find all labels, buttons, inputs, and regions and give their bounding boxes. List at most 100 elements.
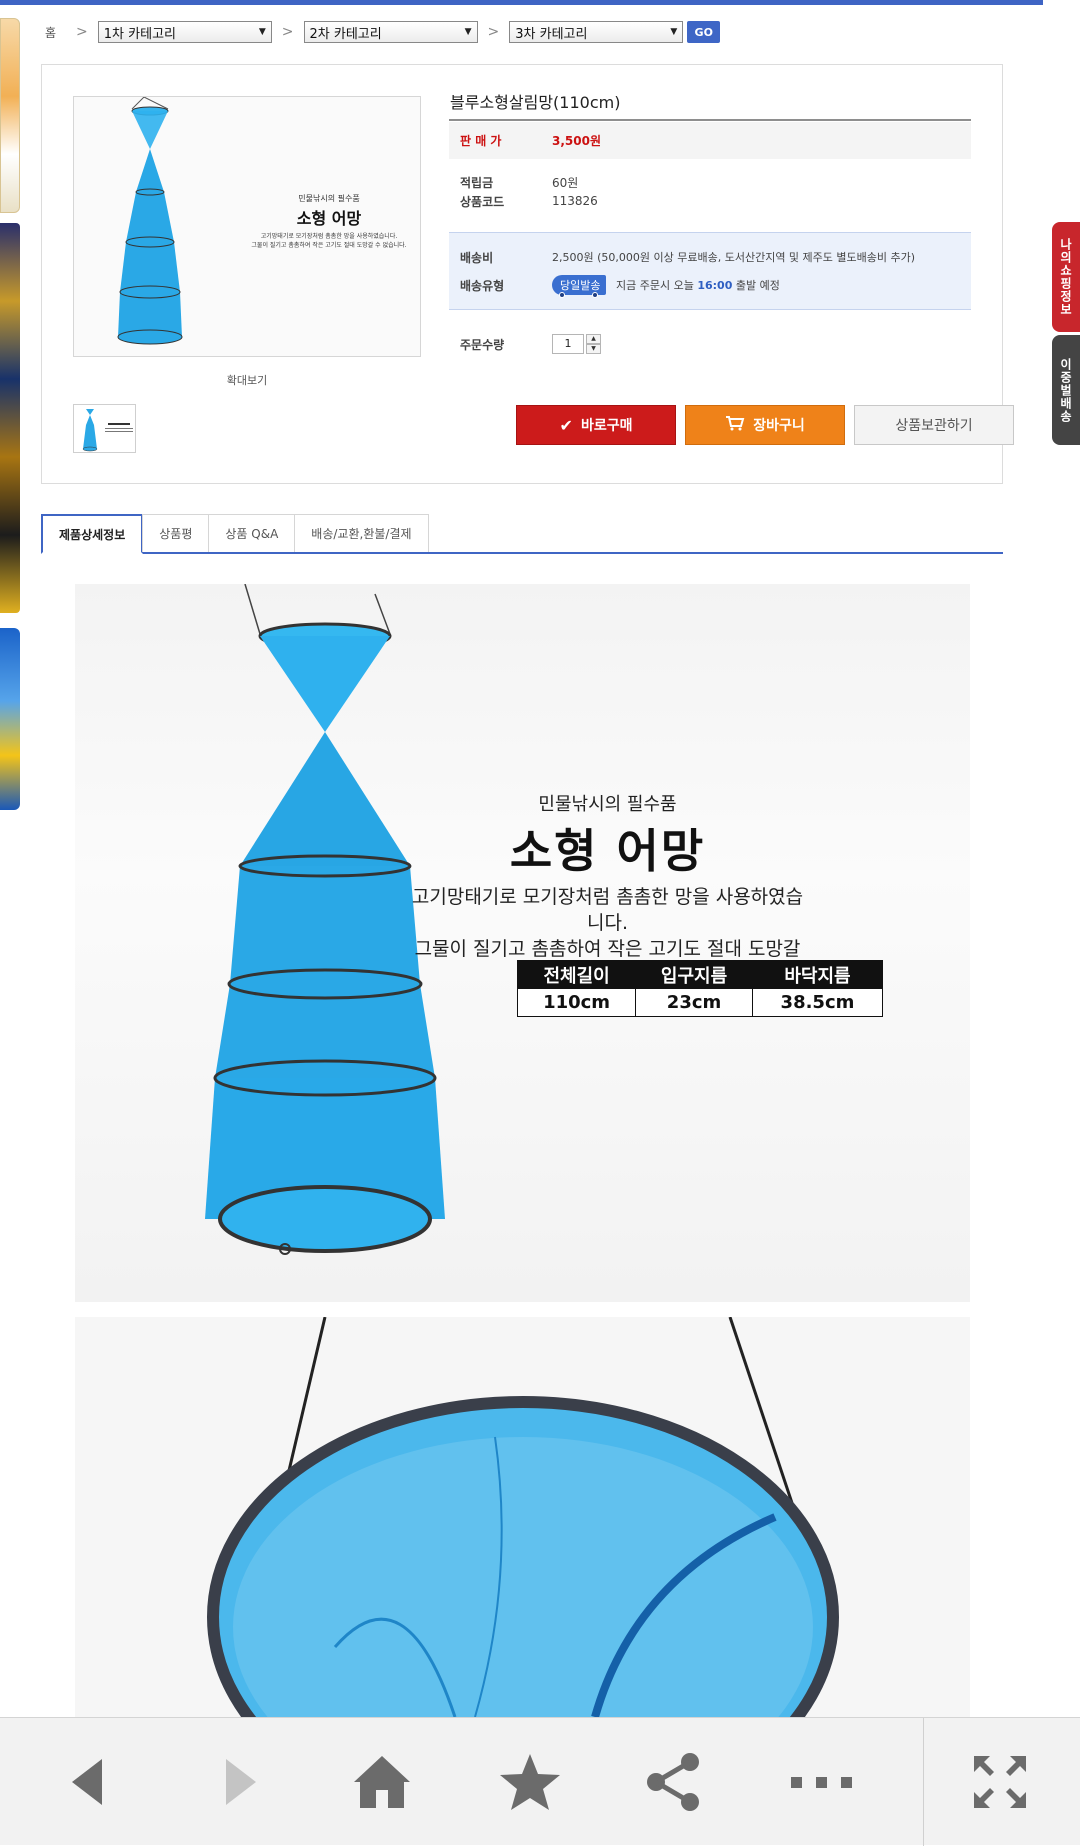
category-2-value: 2차 카테고리: [309, 26, 382, 42]
shipping-fee-label: 배송비: [460, 250, 494, 265]
spec-table: 전체길이 입구지름 바닥지름 110cm 23cm 38.5cm: [516, 960, 884, 1017]
left-ad-strip[interactable]: [0, 18, 20, 810]
shipping-type-row: 배송유형 당일발송 지금 주문시 오늘 16:00 출발 예정: [449, 271, 971, 299]
home-icon: [354, 1756, 410, 1808]
category-3-value: 3차 카테고리: [515, 26, 588, 42]
price-row: 판 매 가 3,500원: [449, 122, 971, 159]
buy-now-label: 바로구매: [580, 418, 633, 434]
add-to-cart-button[interactable]: 장바구니: [685, 405, 845, 445]
bottom-bar-divider: [923, 1718, 924, 1846]
quantity-stepper[interactable]: 1 ▲ ▼: [552, 334, 601, 354]
product-thumbnail[interactable]: [73, 404, 136, 453]
shipping-fee-row: 배송비 2,500원 (50,000원 이상 무료배송, 도서산간지역 및 제주…: [449, 243, 971, 271]
quantity-label: 주문수량: [460, 337, 505, 352]
breadcrumb-separator: >: [487, 24, 500, 40]
ad-banner-2[interactable]: [0, 223, 20, 613]
category-2-select[interactable]: 2차 카테고리 ▼: [303, 21, 478, 43]
tab-qna[interactable]: 상품 Q&A: [208, 514, 296, 552]
shipping-section: 배송비 2,500원 (50,000원 이상 무료배송, 도서산간지역 및 제주…: [449, 232, 971, 310]
shipping-type-value: 당일발송 지금 주문시 오늘 16:00 출발 예정: [552, 275, 780, 298]
home-button[interactable]: [342, 1750, 422, 1814]
share-button[interactable]: [634, 1750, 714, 1814]
ship-time: 16:00: [697, 279, 733, 292]
top-accent-bar: [0, 0, 1043, 5]
same-day-badge-label: 당일발송: [560, 279, 601, 292]
points-label: 적립금: [460, 175, 494, 190]
more-icon: [791, 1777, 852, 1788]
price-label: 판 매 가: [460, 134, 502, 148]
code-row: 상품코드 113826: [449, 192, 971, 232]
spec-header-length: 전체길이: [516, 960, 637, 989]
breadcrumb: 홈 > 1차 카테고리 ▼ > 2차 카테고리 ▼ > 3차 카테고리 ▼ GO: [45, 20, 721, 44]
tab-reviews[interactable]: 상품평: [142, 514, 210, 552]
quantity-input[interactable]: 1: [552, 334, 584, 354]
product-summary-box: 민물낚시의 필수품 소형 어망 고기망태기로 모기장처럼 촘촘한 망을 사용하였…: [41, 64, 1014, 484]
points-value: 60원: [552, 175, 579, 190]
shipping-type-label: 배송유형: [460, 278, 505, 293]
fullscreen-icon: [974, 1756, 1026, 1808]
detail-title: 소형 어망: [509, 824, 706, 878]
zoom-link[interactable]: 확대보기: [73, 372, 421, 388]
side-tab-my-shopping[interactable]: 나의쇼핑정보: [1052, 222, 1080, 332]
code-value: 113826: [552, 194, 598, 208]
wishlist-button[interactable]: 상품보관하기: [854, 405, 1014, 445]
spec-header-mouth: 입구지름: [635, 960, 753, 989]
detail-tabs: 제품상세정보 상품평 상품 Q&A 배송/교환,환불/결제: [41, 514, 1003, 554]
code-label: 상품코드: [460, 194, 505, 209]
category-1-value: 1차 카테고리: [103, 26, 176, 42]
quantity-up-icon[interactable]: ▲: [586, 334, 601, 344]
breadcrumb-separator: >: [76, 24, 88, 40]
ship-note-pre: 지금 주문시 오늘: [615, 279, 694, 292]
quantity-down-icon[interactable]: ▼: [586, 344, 601, 354]
ad-banner-3[interactable]: [0, 628, 20, 810]
check-icon: ✔: [559, 415, 573, 435]
cart-label: 장바구니: [753, 418, 805, 434]
forward-icon: [226, 1759, 256, 1805]
quantity-spinner[interactable]: ▲ ▼: [586, 334, 601, 354]
ad-banner-1[interactable]: [0, 18, 20, 213]
spec-value-bottom: 38.5cm: [751, 988, 884, 1017]
thumbnail-net-icon: [82, 409, 133, 452]
breadcrumb-separator: >: [281, 24, 294, 40]
price-value: 3,500원: [552, 134, 601, 148]
category-3-select[interactable]: 3차 카테고리 ▼: [509, 21, 684, 43]
ship-note-post: 출발 예정: [735, 279, 780, 292]
thumb-desc-2: 그물이 질기고 촘촘하여 작은 고기도 절대 도망갈 수 없습니다.: [251, 242, 407, 249]
fullscreen-button[interactable]: [960, 1750, 1040, 1814]
thumb-title-text: 소형 어망: [296, 209, 362, 228]
category-1-select[interactable]: 1차 카테고리 ▼: [97, 21, 272, 43]
more-button[interactable]: [782, 1750, 862, 1814]
detail-image-2: [75, 1317, 970, 1717]
tab-shipping-return[interactable]: 배송/교환,환불/결제: [294, 514, 429, 552]
back-icon: [72, 1759, 102, 1805]
bookmark-button[interactable]: [490, 1750, 570, 1814]
thumb-sub-text: 민물낚시의 필수품: [298, 194, 360, 203]
buy-now-button[interactable]: ✔ 바로구매: [516, 405, 676, 445]
dropdown-arrow-icon: ▼: [258, 27, 266, 37]
same-day-truck-icon: 당일발송: [552, 275, 607, 298]
star-icon: [500, 1754, 560, 1810]
breadcrumb-home[interactable]: 홈: [45, 24, 56, 41]
detail-desc-line-1: 고기망태기로 모기장처럼 촘촘한 망을 사용하였습니다.: [411, 886, 804, 934]
spec-value-mouth: 23cm: [635, 988, 753, 1017]
dropdown-arrow-icon: ▼: [670, 27, 678, 37]
browser-bottom-bar: [0, 1717, 1080, 1846]
side-tab-delivery[interactable]: 이중벌배송: [1052, 335, 1080, 445]
product-main-image[interactable]: 민물낚시의 필수품 소형 어망 고기망태기로 모기장처럼 촘촘한 망을 사용하였…: [73, 96, 421, 357]
forward-button[interactable]: [200, 1750, 280, 1814]
detail-image-1: 민물낚시의 필수품 소형 어망 고기망태기로 모기장처럼 촘촘한 망을 사용하였…: [75, 584, 970, 1302]
dropdown-arrow-icon: ▼: [464, 27, 472, 37]
action-buttons: ✔ 바로구매 장바구니 상품보관하기: [516, 405, 1014, 445]
product-info-panel: 블루소형살림망(110cm) 판 매 가 3,500원 적립금 60원 상품코드…: [449, 91, 971, 362]
cart-icon: [725, 415, 745, 435]
spec-header-bottom: 바닥지름: [751, 960, 884, 989]
back-button[interactable]: [48, 1750, 128, 1814]
go-button[interactable]: GO: [687, 21, 721, 43]
spec-value-length: 110cm: [516, 988, 637, 1017]
quantity-row: 주문수량 1 ▲ ▼: [449, 326, 971, 362]
share-icon: [647, 1753, 699, 1811]
shipping-fee-value: 2,500원 (50,000원 이상 무료배송, 도서산간지역 및 제주도 별도…: [552, 251, 916, 264]
net-closeup-icon: [207, 1317, 839, 1717]
tab-product-detail[interactable]: 제품상세정보: [41, 514, 144, 554]
product-title: 블루소형살림망(110cm): [449, 91, 971, 121]
